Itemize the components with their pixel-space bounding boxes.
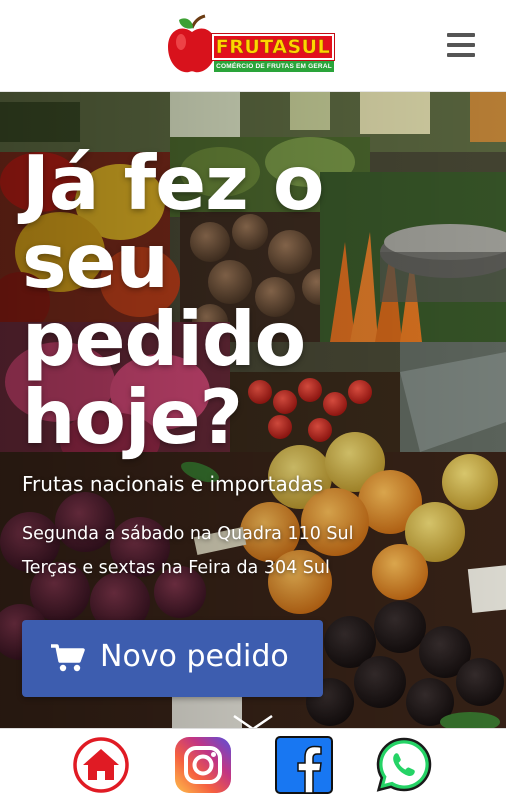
brand-tagline: COMÉRCIO DE FRUTAS EM GERAL bbox=[214, 61, 334, 72]
schedule-line-2: Terças e sextas na Feira da 304 Sul bbox=[22, 558, 330, 578]
headline-line: Já fez o bbox=[22, 139, 324, 227]
menu-bar bbox=[447, 43, 475, 47]
instagram-icon[interactable] bbox=[174, 736, 232, 794]
home-icon[interactable] bbox=[72, 736, 130, 794]
hero-section: Já fez o seu pedido hoje? Frutas naciona… bbox=[0, 92, 506, 728]
frutasul-logo[interactable]: FRUTASUL COMÉRCIO DE FRUTAS EM GERAL bbox=[165, 12, 337, 78]
brand-name: FRUTASUL bbox=[215, 36, 331, 58]
headline-line: hoje? bbox=[22, 373, 243, 461]
new-order-label: Novo pedido bbox=[100, 639, 289, 674]
hero-headline: Já fez o seu pedido hoje? bbox=[22, 144, 462, 456]
hero-subtitle: Frutas nacionais e importadas bbox=[22, 472, 324, 496]
whatsapp-icon[interactable] bbox=[375, 736, 433, 794]
headline-line: pedido bbox=[22, 295, 306, 383]
menu-bar bbox=[447, 33, 475, 37]
headline-line: seu bbox=[22, 217, 169, 305]
menu-bar bbox=[447, 53, 475, 57]
hamburger-menu-icon[interactable] bbox=[447, 33, 475, 57]
apple-logo-icon bbox=[168, 14, 216, 73]
facebook-icon[interactable] bbox=[275, 736, 333, 794]
chevron-down-icon[interactable] bbox=[232, 714, 274, 728]
bottom-social-bar bbox=[0, 728, 506, 800]
schedule-line-1: Segunda a sábado na Quadra 110 Sul bbox=[22, 524, 354, 544]
new-order-button[interactable]: Novo pedido bbox=[22, 620, 323, 697]
shopping-cart-icon bbox=[51, 644, 85, 672]
site-header: FRUTASUL COMÉRCIO DE FRUTAS EM GERAL bbox=[0, 0, 506, 92]
brand-name-box: FRUTASUL bbox=[212, 34, 334, 60]
